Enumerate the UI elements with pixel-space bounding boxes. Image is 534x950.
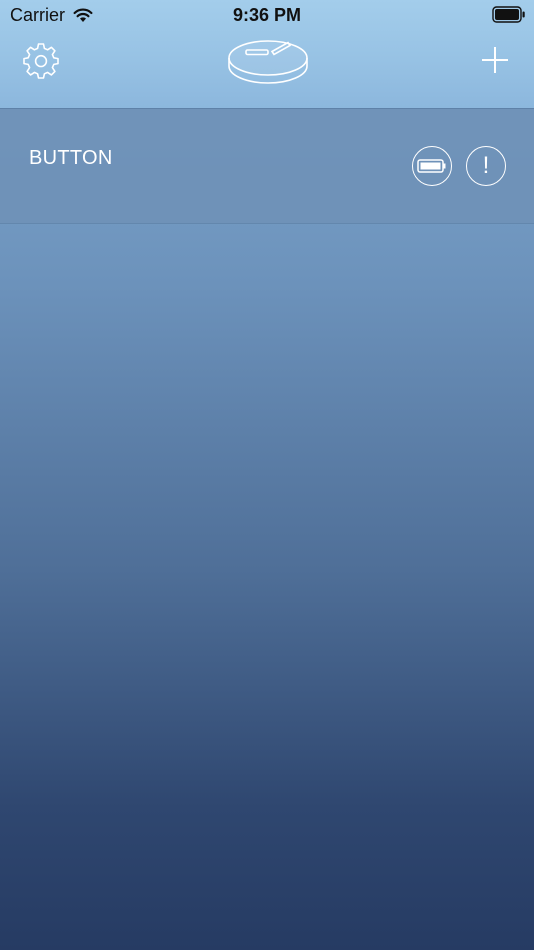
battery-icon [492, 6, 525, 23]
button-device-logo [224, 30, 312, 90]
gear-icon [23, 43, 59, 79]
device-battery-button[interactable] [412, 146, 452, 186]
device-list-item[interactable]: BUTTON ! [0, 108, 534, 224]
device-name: BUTTON [29, 147, 113, 169]
settings-button[interactable] [22, 41, 60, 79]
status-time: 9:36 PM [232, 5, 302, 25]
plus-icon [482, 47, 508, 73]
device-alert-button[interactable]: ! [466, 146, 506, 186]
exclamation-icon: ! [482, 152, 490, 179]
navigation-bar: Carrier 9:36 PM [0, 0, 534, 108]
battery-icon [417, 159, 446, 173]
status-bar: Carrier 9:36 PM [0, 0, 534, 30]
add-device-button[interactable] [478, 43, 512, 77]
